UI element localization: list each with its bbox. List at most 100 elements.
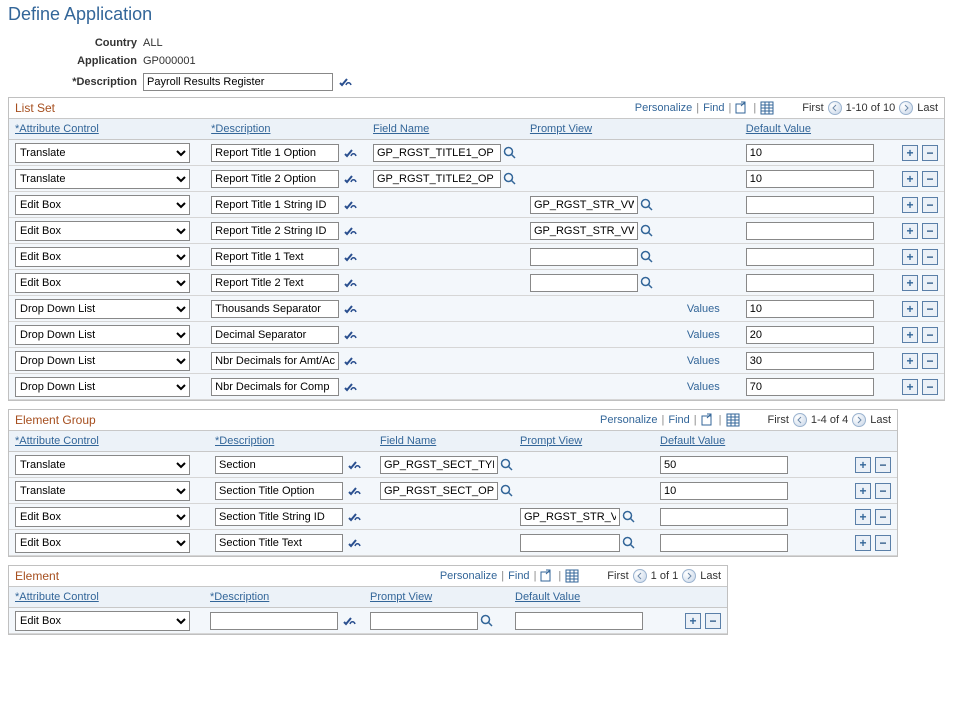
attribute-control-select[interactable]: TranslateEdit BoxDrop Down List: [15, 481, 190, 501]
zoom-icon[interactable]: [540, 569, 554, 583]
attribute-control-select[interactable]: TranslateEdit BoxDrop Down List: [15, 325, 190, 345]
add-row-button[interactable]: +: [902, 171, 918, 187]
spellcheck-icon[interactable]: [342, 353, 358, 369]
delete-row-button[interactable]: −: [922, 275, 938, 291]
attribute-control-select[interactable]: TranslateEdit BoxDrop Down List: [15, 299, 190, 319]
add-row-button[interactable]: +: [902, 249, 918, 265]
default-value-input[interactable]: [660, 482, 788, 500]
add-row-button[interactable]: +: [685, 613, 701, 629]
description-input[interactable]: [211, 274, 339, 292]
spellcheck-icon[interactable]: [341, 613, 357, 629]
delete-row-button[interactable]: −: [922, 223, 938, 239]
add-row-button[interactable]: +: [902, 353, 918, 369]
lookup-icon[interactable]: [503, 172, 517, 186]
attribute-control-select[interactable]: TranslateEdit BoxDrop Down List: [15, 455, 190, 475]
values-link[interactable]: Values: [687, 355, 720, 367]
lookup-icon[interactable]: [500, 458, 514, 472]
values-link[interactable]: Values: [687, 303, 720, 315]
delete-row-button[interactable]: −: [875, 535, 891, 551]
default-value-input[interactable]: [660, 508, 788, 526]
attribute-control-select[interactable]: TranslateEdit BoxDrop Down List: [15, 169, 190, 189]
lookup-icon[interactable]: [480, 614, 494, 628]
zoom-icon[interactable]: [735, 101, 749, 115]
description-input[interactable]: [211, 196, 339, 214]
delete-row-button[interactable]: −: [922, 379, 938, 395]
prompt-view-input[interactable]: [530, 274, 638, 292]
spellcheck-icon[interactable]: [337, 74, 353, 90]
spellcheck-icon[interactable]: [342, 275, 358, 291]
default-value-input[interactable]: [746, 352, 874, 370]
grid-download-icon[interactable]: [726, 413, 740, 427]
prompt-view-input[interactable]: [370, 612, 478, 630]
attribute-control-select[interactable]: TranslateEdit BoxDrop Down List: [15, 143, 190, 163]
spellcheck-icon[interactable]: [346, 535, 362, 551]
grid-download-icon[interactable]: [565, 569, 579, 583]
col-default[interactable]: Default Value: [660, 435, 725, 447]
prev-icon[interactable]: [633, 569, 647, 583]
prompt-view-input[interactable]: [530, 248, 638, 266]
default-value-input[interactable]: [746, 326, 874, 344]
default-value-input[interactable]: [746, 222, 874, 240]
attribute-control-select[interactable]: TranslateEdit BoxDrop Down List: [15, 221, 190, 241]
col-attr[interactable]: *Attribute Control: [15, 435, 99, 447]
description-input[interactable]: [211, 222, 339, 240]
default-value-input[interactable]: [746, 248, 874, 266]
spellcheck-icon[interactable]: [342, 379, 358, 395]
lookup-icon[interactable]: [640, 224, 654, 238]
field-name-input[interactable]: [373, 170, 501, 188]
col-desc[interactable]: *Description: [215, 435, 274, 447]
field-name-input[interactable]: [380, 456, 498, 474]
prev-icon[interactable]: [793, 413, 807, 427]
col-prompt[interactable]: Prompt View: [520, 435, 582, 447]
default-value-input[interactable]: [746, 378, 874, 396]
description-input[interactable]: [215, 534, 343, 552]
description-input[interactable]: [211, 144, 339, 162]
lookup-icon[interactable]: [503, 146, 517, 160]
find-link[interactable]: Find: [668, 414, 689, 426]
prev-icon[interactable]: [828, 101, 842, 115]
attribute-control-select[interactable]: TranslateEdit BoxDrop Down List: [15, 351, 190, 371]
attribute-control-select[interactable]: TranslateEdit BoxDrop Down List: [15, 195, 190, 215]
default-value-input[interactable]: [746, 196, 874, 214]
spellcheck-icon[interactable]: [346, 509, 362, 525]
attribute-control-select[interactable]: TranslateEdit BoxDrop Down List: [15, 533, 190, 553]
add-row-button[interactable]: +: [855, 483, 871, 499]
delete-row-button[interactable]: −: [922, 197, 938, 213]
spellcheck-icon[interactable]: [346, 483, 362, 499]
lookup-icon[interactable]: [640, 250, 654, 264]
delete-row-button[interactable]: −: [875, 457, 891, 473]
default-value-input[interactable]: [746, 144, 874, 162]
description-input[interactable]: [215, 508, 343, 526]
description-input[interactable]: [143, 73, 333, 91]
delete-row-button[interactable]: −: [875, 483, 891, 499]
spellcheck-icon[interactable]: [342, 249, 358, 265]
description-input[interactable]: [211, 170, 339, 188]
lookup-icon[interactable]: [640, 276, 654, 290]
values-link[interactable]: Values: [687, 329, 720, 341]
description-input[interactable]: [211, 326, 339, 344]
default-value-input[interactable]: [660, 534, 788, 552]
field-name-input[interactable]: [380, 482, 498, 500]
zoom-icon[interactable]: [701, 413, 715, 427]
values-link[interactable]: Values: [687, 381, 720, 393]
col-default[interactable]: Default Value: [746, 123, 811, 135]
lookup-icon[interactable]: [640, 198, 654, 212]
description-input[interactable]: [215, 482, 343, 500]
description-input[interactable]: [210, 612, 338, 630]
prompt-view-input[interactable]: [520, 508, 620, 526]
spellcheck-icon[interactable]: [346, 457, 362, 473]
delete-row-button[interactable]: −: [922, 171, 938, 187]
description-input[interactable]: [211, 352, 339, 370]
delete-row-button[interactable]: −: [922, 353, 938, 369]
spellcheck-icon[interactable]: [342, 327, 358, 343]
default-value-input[interactable]: [660, 456, 788, 474]
next-icon[interactable]: [899, 101, 913, 115]
add-row-button[interactable]: +: [855, 509, 871, 525]
description-input[interactable]: [215, 456, 343, 474]
personalize-link[interactable]: Personalize: [440, 570, 497, 582]
spellcheck-icon[interactable]: [342, 301, 358, 317]
attribute-control-select[interactable]: TranslateEdit BoxDrop Down List: [15, 507, 190, 527]
personalize-link[interactable]: Personalize: [600, 414, 657, 426]
delete-row-button[interactable]: −: [922, 145, 938, 161]
add-row-button[interactable]: +: [902, 379, 918, 395]
